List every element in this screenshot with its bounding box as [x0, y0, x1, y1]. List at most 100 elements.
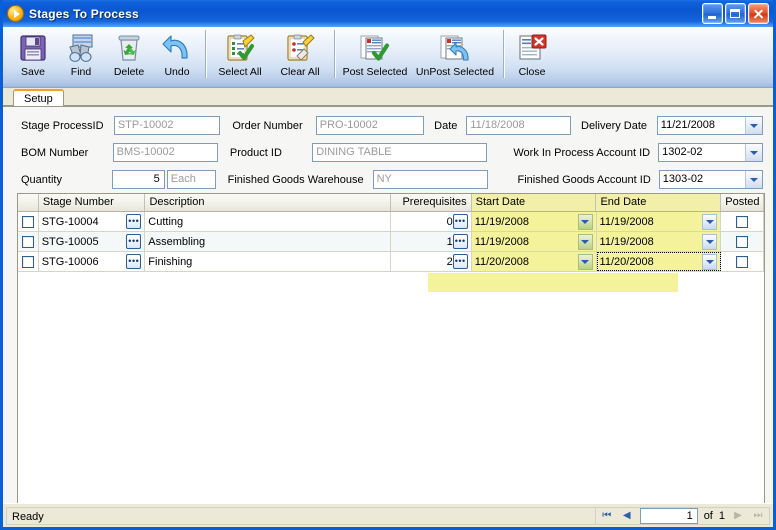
product-id-field[interactable]: DINING TABLE [312, 143, 487, 162]
grid-header-description[interactable]: Description [145, 194, 391, 211]
chevron-down-icon[interactable] [745, 171, 762, 188]
table-row[interactable]: STG-10005 ••• Assembling 1 ••• 11/19/200… [18, 232, 764, 252]
end-date-value: 11/19/2008 [599, 235, 654, 248]
chevron-down-icon[interactable] [702, 253, 718, 270]
stage-number-value: STG-10004 [41, 215, 99, 228]
posted-cell[interactable] [721, 232, 764, 251]
delete-button[interactable]: Delete [105, 27, 153, 83]
prerequisites-lookup-button[interactable]: ••• [452, 214, 468, 229]
unpost-selected-button[interactable]: UnPost Selected [411, 27, 499, 83]
close-button[interactable] [748, 3, 769, 24]
undo-button[interactable]: Undo [153, 27, 201, 83]
end-date-value: 11/20/2008 [599, 255, 654, 268]
posted-checkbox[interactable] [736, 215, 749, 228]
maximize-button[interactable] [725, 3, 746, 24]
play-circle-icon [7, 5, 24, 22]
grid-header-posted[interactable]: Posted [721, 194, 764, 211]
fg-account-id-combo[interactable]: 1303-02 [658, 170, 763, 189]
chevron-down-icon[interactable] [702, 213, 718, 230]
stage-number-cell[interactable]: STG-10005 ••• [38, 232, 146, 251]
start-date-value: 11/19/2008 [474, 235, 529, 248]
posted-checkbox[interactable] [736, 255, 749, 268]
description-cell[interactable]: Assembling [145, 232, 391, 251]
start-date-cell[interactable]: 11/19/2008 [471, 212, 597, 231]
table-row[interactable]: STG-10004 ••• Cutting 0 ••• 11/19/2008 1… [18, 212, 764, 232]
prerequisites-lookup-button[interactable]: ••• [452, 234, 468, 249]
stage-number-cell[interactable]: STG-10006 ••• [38, 252, 146, 271]
start-date-cell[interactable]: 11/19/2008 [471, 232, 597, 251]
clear-all-label: Clear All [280, 66, 320, 78]
stage-process-id-label: Stage ProcessID [21, 119, 104, 132]
wip-account-id-value: 1302-02 [662, 146, 703, 158]
fg-account-id-value: 1303-02 [662, 173, 704, 185]
row-select-cell[interactable] [18, 252, 39, 271]
start-date-value: 11/19/2008 [474, 215, 529, 228]
stage-number-cell[interactable]: STG-10004 ••• [38, 212, 146, 231]
unit-field: Each [166, 170, 216, 189]
prerequisites-lookup-button[interactable]: ••• [452, 254, 468, 269]
post-selected-button[interactable]: Post Selected [339, 27, 411, 83]
stage-number-lookup-button[interactable]: ••• [126, 214, 142, 229]
row-select-cell[interactable] [18, 232, 39, 251]
table-row[interactable]: STG-10006 ••• Finishing 2 ••• 11/20/2008… [18, 252, 764, 272]
order-number-field[interactable]: PRO-10002 [315, 116, 425, 135]
grid-header-stage-number[interactable]: Stage Number [39, 194, 146, 211]
chevron-down-icon[interactable] [702, 233, 718, 250]
tab-setup[interactable]: Setup [13, 89, 64, 106]
document-undo-icon [438, 32, 472, 64]
bom-number-label: BOM Number [21, 146, 89, 159]
minimize-button[interactable] [702, 3, 723, 24]
chevron-down-icon[interactable] [745, 117, 762, 134]
end-date-cell[interactable]: 11/19/2008 [596, 212, 722, 231]
grid-header-end-date[interactable]: End Date [596, 194, 722, 211]
grid-header-start-date[interactable]: Start Date [471, 194, 597, 211]
find-button[interactable]: Find [57, 27, 105, 83]
date-column-highlight-band [428, 273, 678, 292]
delivery-date-label: Delivery Date [581, 119, 648, 132]
prerequisites-cell[interactable]: 1 ••• [390, 232, 472, 251]
fg-warehouse-field[interactable]: NY [372, 170, 489, 189]
row-select-checkbox[interactable] [21, 235, 34, 248]
posted-cell[interactable] [721, 252, 764, 271]
prerequisites-cell[interactable]: 0 ••• [390, 212, 472, 231]
first-page-icon[interactable]: ⏮ [600, 509, 614, 523]
stage-process-id-field[interactable]: STP-10002 [113, 116, 221, 135]
stage-number-lookup-button[interactable]: ••• [126, 254, 142, 269]
clear-all-button[interactable]: Clear All [270, 27, 330, 83]
row-select-cell[interactable] [18, 212, 39, 231]
save-button[interactable]: Save [9, 27, 57, 83]
chevron-down-icon[interactable] [577, 253, 593, 270]
description-cell[interactable]: Finishing [145, 252, 391, 271]
stage-number-lookup-button[interactable]: ••• [126, 234, 142, 249]
quantity-field[interactable]: 5 [112, 170, 165, 189]
wip-account-id-combo[interactable]: 1302-02 [658, 143, 763, 162]
row-select-checkbox[interactable] [21, 255, 34, 268]
last-page-icon[interactable]: ⏭ [751, 509, 765, 523]
select-all-button[interactable]: Select All [210, 27, 270, 83]
date-field[interactable]: 11/18/2008 [466, 116, 571, 135]
delivery-date-combo[interactable]: 11/21/2008 [656, 116, 763, 135]
end-date-cell-focused[interactable]: 11/20/2008 [596, 252, 722, 271]
chevron-down-icon[interactable] [577, 213, 593, 230]
bom-number-field[interactable]: BMS-10002 [112, 143, 218, 162]
wip-account-id-label: Work In Process Account ID [513, 146, 651, 159]
description-cell[interactable]: Cutting [145, 212, 391, 231]
grid-header-prerequisites[interactable]: Prerequisites [391, 194, 472, 211]
end-date-cell[interactable]: 11/19/2008 [596, 232, 722, 251]
prerequisites-cell[interactable]: 2 ••• [390, 252, 472, 271]
close-toolbar-button[interactable]: Close [508, 27, 556, 83]
form-row-2: BOM Number BMS-10002 Product ID DINING T… [21, 142, 763, 163]
posted-checkbox[interactable] [736, 235, 749, 248]
chevron-down-icon[interactable] [745, 144, 762, 161]
start-date-cell[interactable]: 11/20/2008 [471, 252, 597, 271]
row-select-checkbox[interactable] [21, 215, 34, 228]
next-page-icon[interactable]: ▶ [731, 509, 745, 523]
page-number-input[interactable]: 1 [639, 507, 698, 524]
chevron-down-icon[interactable] [577, 233, 593, 250]
undo-arrow-icon [161, 32, 193, 64]
prev-page-icon[interactable]: ◀ [620, 509, 634, 523]
posted-cell[interactable] [721, 212, 764, 231]
grid-header-select[interactable] [18, 194, 39, 211]
end-date-value: 11/19/2008 [599, 215, 654, 228]
application-window: Stages To Process Save Find Delete Undo … [0, 0, 776, 530]
